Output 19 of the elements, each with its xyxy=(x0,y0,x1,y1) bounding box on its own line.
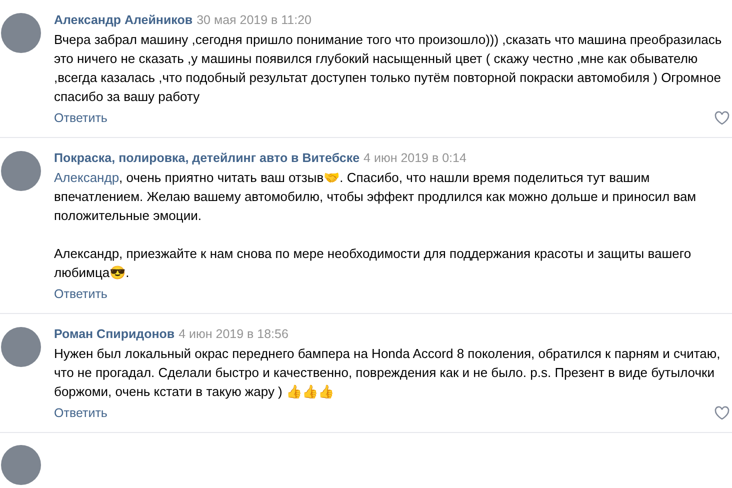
heart-icon[interactable] xyxy=(714,110,730,125)
reply-link[interactable]: Ответить xyxy=(54,110,108,124)
comment-text: Александр, приезжайте к нам снова по мере необходимости для поддержания красоты и защиты вашего любимца😎. xyxy=(54,245,692,282)
comment-text: Александр, очень приятно читать ваш отзыв🤝. Спасибо, что нашли время поделиться тут вашим впечатлением. Желаю вашему автомобилю, чтобы эффект продлился как можно дольше и приносил вам положительные эмоции. xyxy=(54,169,698,225)
author-link[interactable]: Покраска, полировка, детейлинг авто в Витебске xyxy=(54,151,360,165)
avatar-photo-placeholder xyxy=(1,327,41,367)
comment-text: Вчера забрал машину ,сегодня пришло понимание того что произошло))) ,сказать что машина преобразилась это ничего не сказать ,у машины появился глубокий насыщенный цвет ( скажу честно ,мне как обывателю ,всегда казалась ,что подобный результат доступен только путём повторной покраски автомобиля ) Огромное спасибо за вашу работу xyxy=(54,31,723,106)
reply-link[interactable]: Ответить xyxy=(54,286,108,300)
comment-date[interactable]: 30 мая 2019 в 11:20 xyxy=(196,13,312,27)
comment-text: Нужен был локальный окрас переднего бампера на Honda Accord 8 поколения, обратился к парням и считаю, что не прогадал. Сделали быстро и качественно, повреждения как и не было. p.s. Презент в виде бутылочки боржоми, очень кстати в такую жару ) 👍👍👍 xyxy=(54,345,722,401)
avatar-photo-placeholder xyxy=(1,151,41,191)
comment-date[interactable]: 4 июн 2019 в 18:56 xyxy=(178,327,288,341)
reply-link[interactable]: Ответить xyxy=(54,406,108,420)
author-link[interactable]: Роман Спиридонов xyxy=(54,327,175,341)
heart-icon[interactable] xyxy=(714,405,730,420)
mention-link[interactable]: Александр xyxy=(54,170,120,185)
comment-date[interactable]: 4 июн 2019 в 0:14 xyxy=(364,151,466,165)
author-link[interactable]: Александр Алейников xyxy=(54,13,193,27)
avatar-photo-placeholder xyxy=(1,13,41,53)
